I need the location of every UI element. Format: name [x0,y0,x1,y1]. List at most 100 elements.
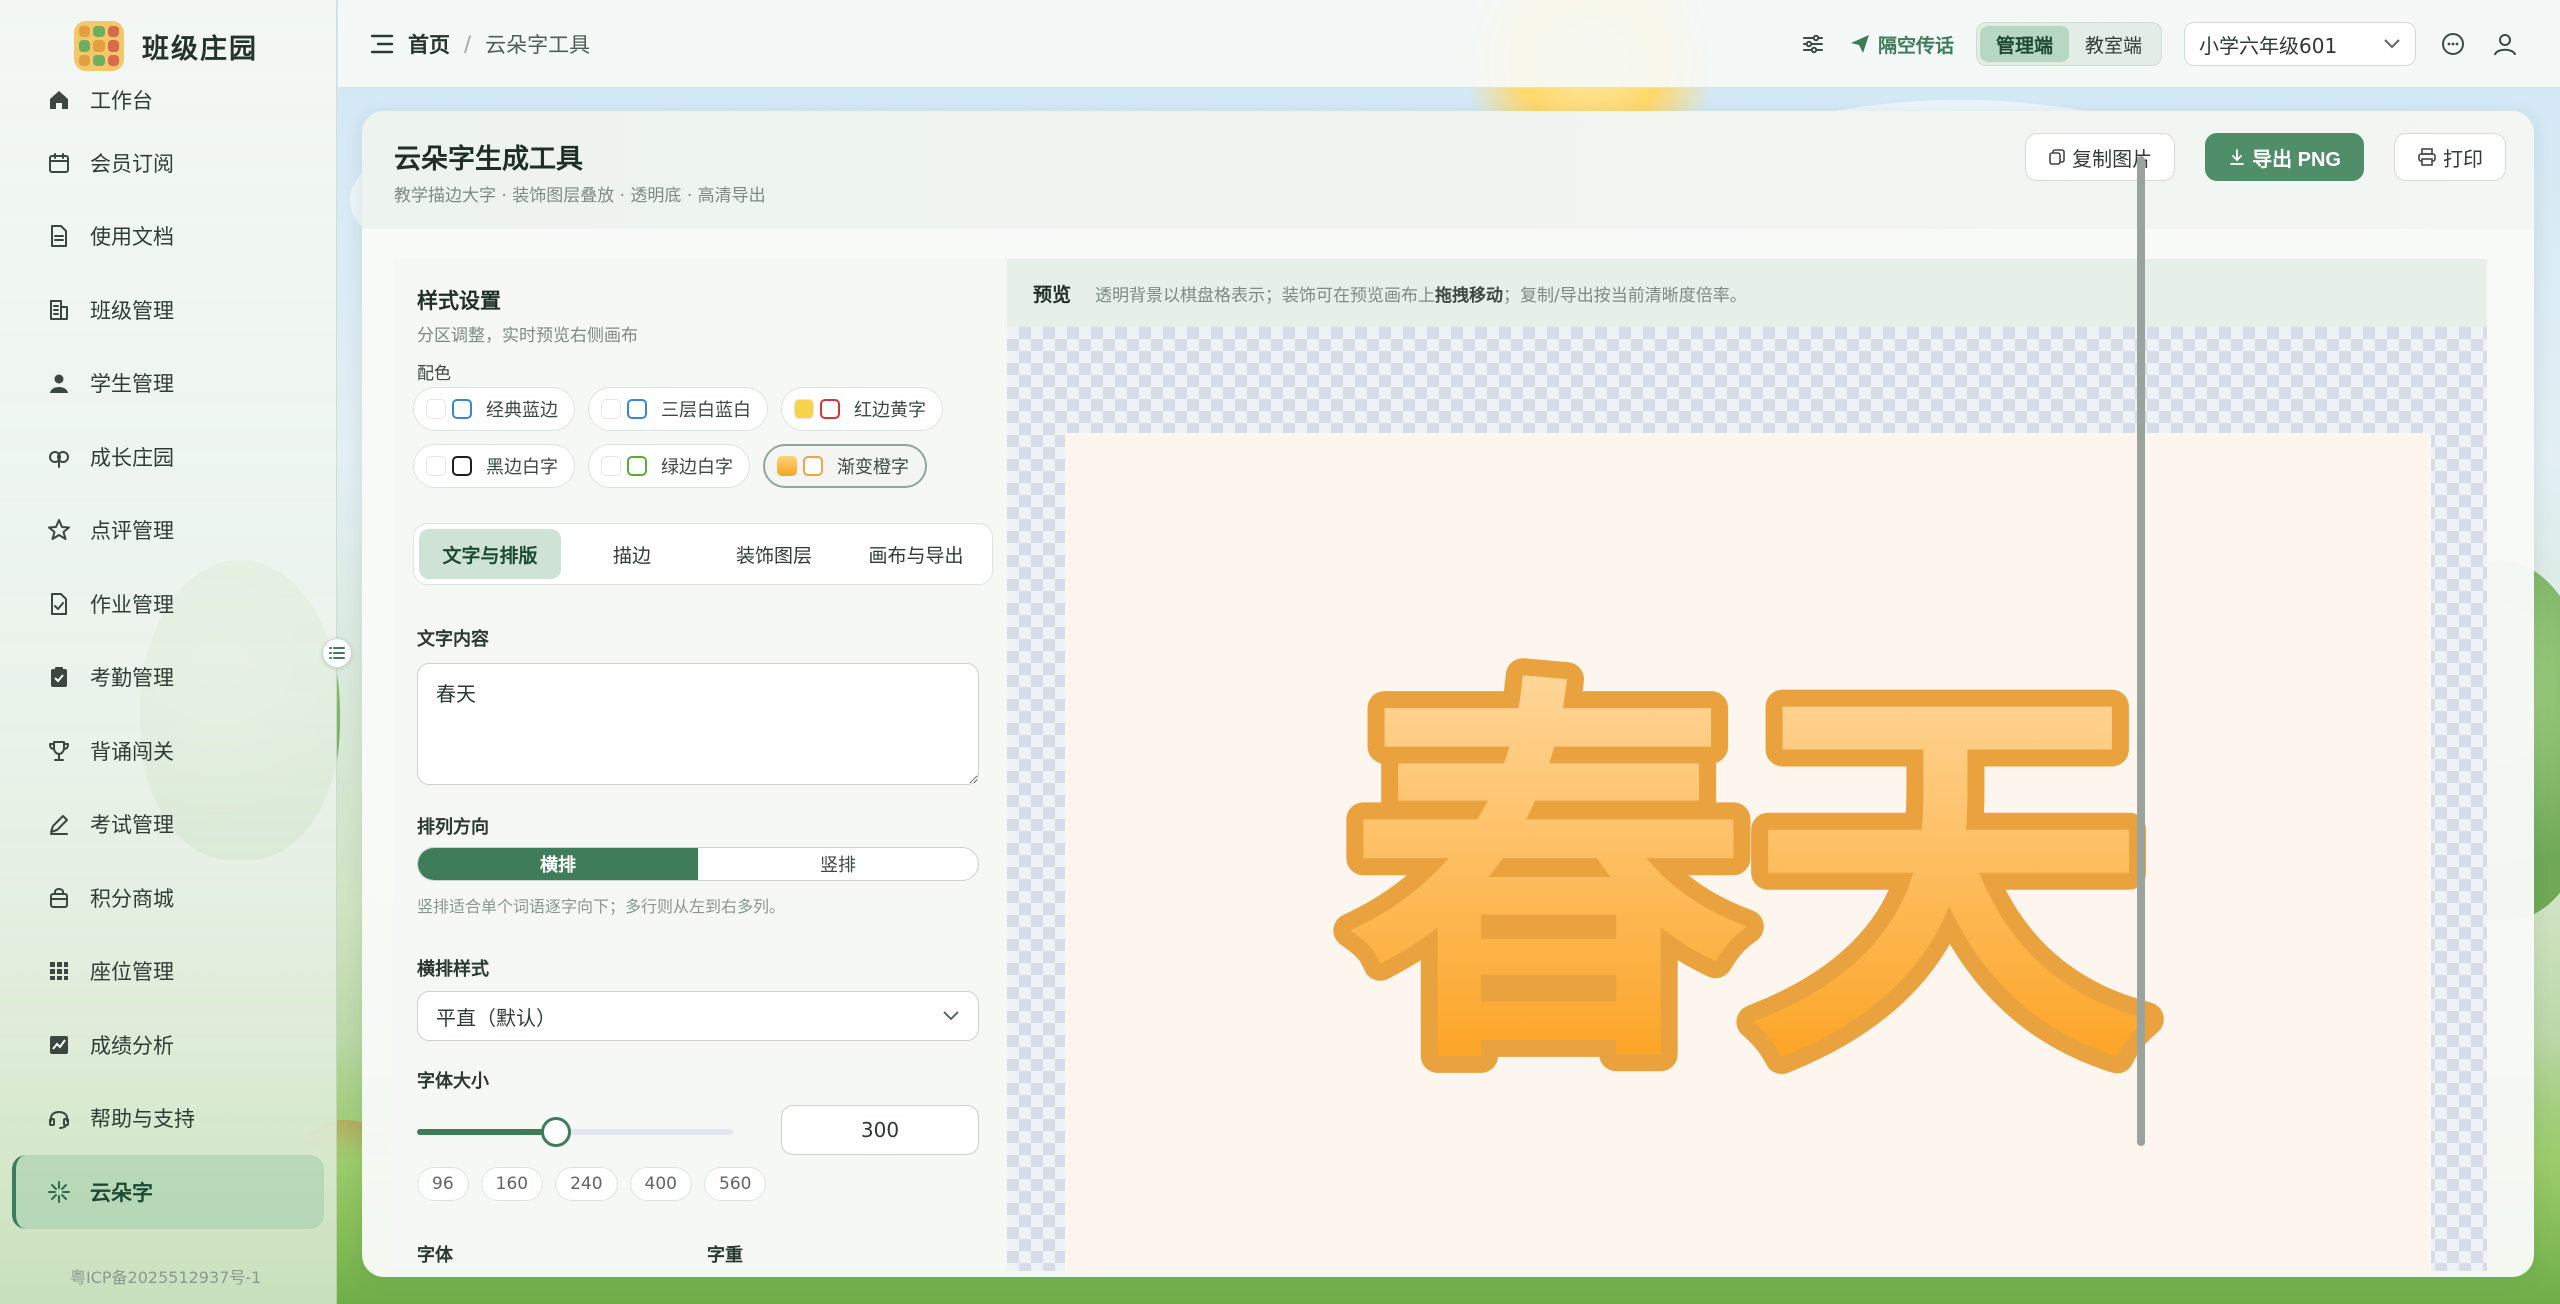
palette-option-label: 渐变橙字 [837,457,909,478]
clipboard-check-icon [46,664,72,690]
palette-fill-swatch [794,399,814,419]
font-size-preset[interactable]: 240 [555,1167,618,1201]
direction-horizontal-option[interactable]: 横排 [418,848,698,880]
font-size-slider[interactable] [417,1117,733,1147]
tool-title: 云朵字生成工具 [394,144,583,175]
direction-vertical-option[interactable]: 竖排 [698,848,978,880]
export-png-button[interactable]: 导出 PNG [2205,133,2364,181]
font-size-preset[interactable]: 560 [704,1167,767,1201]
icp-record[interactable]: 粤ICP备2025512937号-1 [70,1264,261,1288]
text-content-input[interactable]: 春天 [417,663,979,785]
palette-fill-swatch [426,456,446,476]
palette-option[interactable]: 三层白蓝白 [588,387,768,431]
messages-button[interactable] [2438,29,2468,59]
sidebar-item[interactable]: 作业管理 [12,567,324,641]
sidebar-item-label: 作业管理 [90,592,174,617]
page-scrollbar-thumb[interactable] [2137,156,2145,1146]
palette-option[interactable]: 渐变橙字 [763,444,927,488]
sidebar-item[interactable]: 工作台 [12,74,324,126]
star-icon [46,517,72,543]
mode-classroom-tab[interactable]: 教室端 [2069,26,2158,62]
font-size-preset[interactable]: 96 [417,1167,469,1201]
sidebar-item[interactable]: 帮助与支持 [12,1082,324,1156]
sidebar-item[interactable]: 学生管理 [12,347,324,421]
sidebar: 班级庄园 工作台会员订阅使用文档 班级管理 学生管理成长庄园点评管理作业管理考勤管理… [0,0,337,1304]
sidebar-item-label: 座位管理 [90,960,174,985]
home-icon [46,87,72,113]
brand[interactable]: 班级庄园 [74,20,258,72]
sidebar-item[interactable]: 使用文档 [12,200,324,274]
sidebar-item[interactable]: 会员订阅 [12,126,324,200]
sidebar-item-label: 考勤管理 [90,666,174,691]
settings-tab[interactable]: 装饰图层 [703,529,845,579]
settings-tab[interactable]: 画布与导出 [845,529,987,579]
sidebar-item-label: 考试管理 [90,813,174,838]
palette-fill-swatch [601,456,621,476]
print-button[interactable]: 打印 [2394,133,2506,181]
breadcrumb-separator: / [464,32,472,56]
palette-option[interactable]: 经典蓝边 [413,387,575,431]
preview-title: 预览 [1033,283,1072,306]
palette-stroke-swatch [803,456,823,476]
font-size-input[interactable]: 300 [781,1105,979,1155]
sidebar-item[interactable]: 班级管理 [12,273,324,347]
user-icon [2494,34,2516,56]
breadcrumb-home[interactable]: 首页 [408,29,450,59]
account-button[interactable] [2490,29,2520,59]
sparkle-icon [46,1179,72,1205]
sidebar-item[interactable]: 背诵闯关 [12,714,324,788]
copy-image-button[interactable]: 复制图片 [2025,133,2176,181]
menu-toggle-icon[interactable] [370,33,394,55]
sidebar-collapse-button[interactable] [322,638,352,668]
grid-icon [46,958,72,984]
font-weight-label: 字重 [707,1245,743,1266]
mode-switch: 管理端 教室端 [1975,22,2162,66]
font-size-preset[interactable]: 400 [629,1167,692,1201]
sidebar-item[interactable]: 云朵字 [12,1155,324,1229]
font-size-slider-fill [417,1129,556,1135]
sidebar-item-label: 帮助与支持 [90,1107,195,1132]
palette-option[interactable]: 红边黄字 [781,387,943,431]
tool-header: 云朵字生成工具 教学描边大字 · 装饰图层叠放 · 透明底 · 高清导出 复制图… [362,111,2534,229]
send-icon [1850,35,1869,53]
settings-tabs: 文字与排版 描边 装饰图层 画布与导出 [413,523,993,585]
horizontal-style-value: 平直（默认） [436,1005,556,1030]
chat-icon [2442,33,2464,55]
sidebar-item[interactable]: 成绩分析 [12,1008,324,1082]
palette-option[interactable]: 黑边白字 [413,444,575,488]
mode-admin-tab[interactable]: 管理端 [1979,26,2069,62]
seedling-icon [46,444,72,470]
palette-option[interactable]: 绿边白字 [588,444,750,488]
page-scrollbar[interactable] [2134,148,2148,1160]
sidebar-item[interactable]: 考勤管理 [12,641,324,715]
settings-tab[interactable]: 文字与排版 [419,529,561,579]
headset-icon [46,1105,72,1131]
font-size-preset[interactable]: 160 [480,1167,544,1201]
preview-area: 预览 透明背景以棋盘格表示；装饰可在预览画布上拖拽移动；复制/导出按当前清晰度倍… [1007,259,2487,1271]
broadcast-button[interactable]: 隔空传话 [1850,31,1954,58]
settings-tab[interactable]: 描边 [561,529,703,579]
font-size-slider-handle[interactable] [540,1117,571,1147]
export-png-label: 导出 PNG [2252,148,2341,171]
settings-sliders-button[interactable] [1798,29,1828,59]
sidebar-item[interactable]: 积分商城 [12,861,324,935]
palette-options: 经典蓝边 三层白蓝白 红边黄字黑边白字 绿边白字 渐变橙字 [413,387,993,488]
sidebar-item[interactable]: 点评管理 [12,494,324,568]
palette-option-label: 红边黄字 [854,400,926,421]
document-icon [46,223,72,249]
calendar-icon [46,150,72,176]
horizontal-style-select[interactable]: 平直（默认） [417,991,979,1041]
palette-stroke-swatch [452,456,472,476]
preview-canvas[interactable]: 春天 春天 [1065,433,2431,1271]
sidebar-item[interactable]: 考试管理 [12,788,324,862]
preview-header: 预览 透明背景以棋盘格表示；装饰可在预览画布上拖拽移动；复制/导出按当前清晰度倍… [1007,259,2487,327]
sidebar-item[interactable]: 座位管理 [12,935,324,1009]
breadcrumb-current: 云朵字工具 [485,33,591,57]
sidebar-item-label: 会员订阅 [90,151,174,176]
settings-title: 样式设置 [417,289,501,313]
sidebar-item[interactable]: 成长庄园 [12,420,324,494]
palette-option-label: 黑边白字 [486,457,558,478]
print-label: 打印 [2443,148,2483,171]
sidebar-item-label: 成长庄园 [90,445,174,470]
class-select[interactable]: 小学六年级601 [2184,22,2416,66]
